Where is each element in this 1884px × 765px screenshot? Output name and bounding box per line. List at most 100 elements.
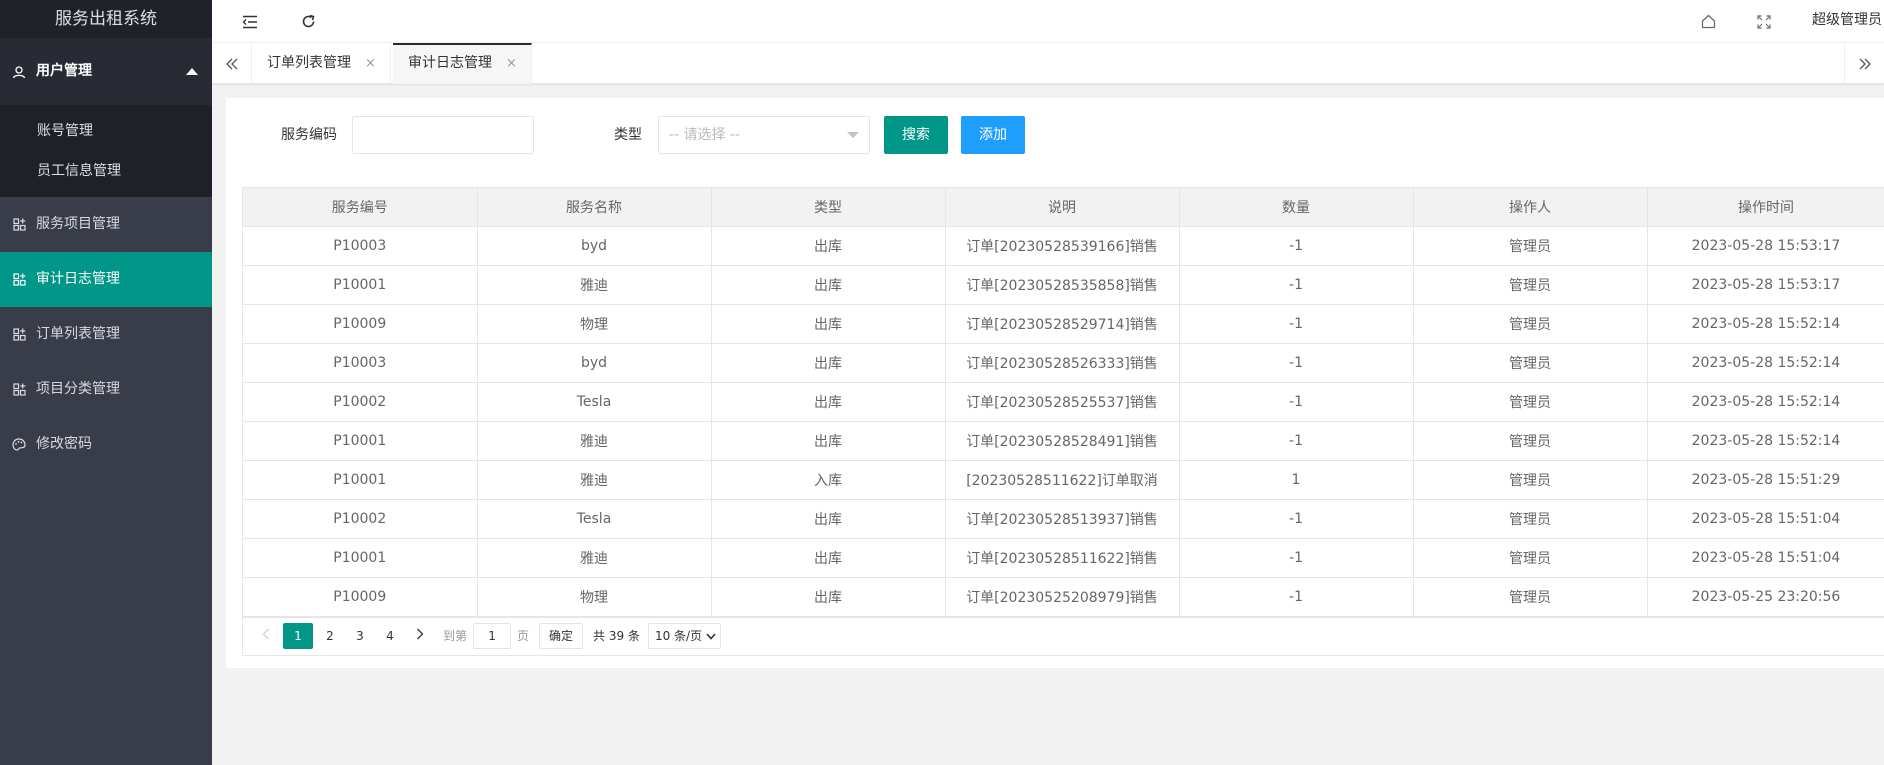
- cell-description: 订单[20230528535858]销售: [945, 265, 1180, 305]
- apps-icon: [11, 362, 27, 417]
- fullscreen-icon[interactable]: [1752, 0, 1776, 43]
- cell-time: 2023-05-28 15:52:14: [1647, 304, 1884, 344]
- table-row[interactable]: P10003 byd 出库 订单[20230528539166]销售 -1 管理员 2023…: [243, 226, 1884, 266]
- cell-description: 订单[20230525208979]销售: [945, 577, 1180, 617]
- cell-operator: 管理员: [1413, 265, 1648, 305]
- cell-service-code: P10003: [243, 226, 478, 266]
- goto-page-input[interactable]: 1: [473, 622, 512, 649]
- sidebar-item-staff-info[interactable]: 员工信息管理: [0, 151, 212, 191]
- sidebar-item-category[interactable]: 项目分类管理: [0, 362, 212, 417]
- service-code-label: 服务编码: [281, 127, 337, 143]
- tab-label: 订单列表管理: [267, 55, 351, 71]
- cell-service-code: P10001: [243, 538, 478, 578]
- user-icon: [11, 38, 27, 105]
- page-button[interactable]: 1: [283, 622, 313, 649]
- tab-label: 审计日志管理: [408, 55, 492, 71]
- goto-confirm-button[interactable]: 确定: [539, 622, 584, 649]
- apps-icon: [11, 307, 27, 362]
- sidebar-item-order-list[interactable]: 订单列表管理: [0, 307, 212, 362]
- cell-type: 出库: [711, 499, 946, 539]
- sidebar-item-label: 服务项目管理: [36, 216, 120, 232]
- home-icon[interactable]: [1696, 0, 1720, 43]
- sidebar-item-user-management[interactable]: 用户管理: [0, 38, 212, 105]
- cell-quantity: 1: [1179, 460, 1414, 500]
- cell-service-name: Tesla: [477, 382, 712, 422]
- table-row[interactable]: P10001 雅迪 入库 [20230528511622]订单取消 1 管理员 2023-0…: [243, 460, 1884, 500]
- type-label: 类型: [614, 127, 642, 143]
- page-size-value: 10 条/页: [654, 628, 703, 643]
- col-header-time[interactable]: 操作时间: [1647, 188, 1884, 227]
- sidebar-item-label: 订单列表管理: [36, 326, 120, 342]
- cell-operator: 管理员: [1413, 421, 1648, 461]
- table-row[interactable]: P10001 雅迪 出库 订单[20230528511622]销售 -1 管理员 2023-…: [243, 538, 1884, 578]
- sidebar-item-label: 用户管理: [36, 63, 92, 79]
- cell-operator: 管理员: [1413, 460, 1648, 500]
- collapse-menu-icon[interactable]: [238, 0, 262, 43]
- page-button[interactable]: 4: [377, 623, 403, 649]
- cell-type: 出库: [711, 577, 946, 617]
- page-button[interactable]: 2: [317, 623, 343, 649]
- col-header-quantity[interactable]: 数量: [1179, 188, 1414, 227]
- page-size-select[interactable]: 10 条/页: [647, 622, 722, 649]
- sidebar-item-service-projects[interactable]: 服务项目管理: [0, 197, 212, 252]
- audit-log-table: 服务编号 服务名称 类型 说明 数量 操作人 操作时间 P10003 byd 出库订…: [242, 187, 1884, 618]
- add-button[interactable]: 添加: [961, 116, 1025, 154]
- tabs-scroll-left-icon[interactable]: [212, 43, 252, 84]
- total-count: 共 39 条: [593, 629, 640, 643]
- app-logo: 服务出租系统: [0, 0, 212, 38]
- table-row[interactable]: P10009 物理 出库 订单[20230528529714]销售 -1 管理员 2023-…: [243, 304, 1884, 344]
- pagination: 1 2 3 4 到第 1 页 确定 共 39 条 10 条/页: [242, 616, 1884, 656]
- cell-quantity: -1: [1179, 304, 1414, 344]
- cell-service-code: P10001: [243, 460, 478, 500]
- table-row[interactable]: P10001 雅迪 出库 订单[20230528528491]销售 -1 管理员 2023-…: [243, 421, 1884, 461]
- cell-quantity: -1: [1179, 577, 1414, 617]
- col-header-description[interactable]: 说明: [945, 188, 1180, 227]
- service-code-input[interactable]: [352, 116, 534, 154]
- cell-type: 出库: [711, 343, 946, 383]
- close-icon[interactable]: ×: [506, 45, 517, 82]
- table-row[interactable]: P10002 Tesla 出库 订单[20230528525537]销售 -1 管理员 20…: [243, 382, 1884, 422]
- col-header-service-name[interactable]: 服务名称: [477, 188, 712, 227]
- cell-time: 2023-05-25 23:20:56: [1647, 577, 1884, 617]
- table-row[interactable]: P10009 物理 出库 订单[20230525208979]销售 -1 管理员 2023-…: [243, 577, 1884, 617]
- col-header-type[interactable]: 类型: [711, 188, 946, 227]
- refresh-icon[interactable]: [296, 0, 320, 43]
- cell-time: 2023-05-28 15:53:17: [1647, 226, 1884, 266]
- table-row[interactable]: P10002 Tesla 出库 订单[20230528513937]销售 -1 管理员 20…: [243, 499, 1884, 539]
- cell-time: 2023-05-28 15:52:14: [1647, 421, 1884, 461]
- cell-operator: 管理员: [1413, 577, 1648, 617]
- cell-service-code: P10009: [243, 304, 478, 344]
- cell-quantity: -1: [1179, 382, 1414, 422]
- col-header-service-code[interactable]: 服务编号: [243, 188, 478, 227]
- next-page-icon[interactable]: [407, 623, 433, 649]
- sidebar-item-audit-log[interactable]: 审计日志管理: [0, 252, 212, 307]
- tab-audit-log[interactable]: 审计日志管理 ×: [393, 43, 532, 84]
- cell-description: 订单[20230528513937]销售: [945, 499, 1180, 539]
- cell-description: 订单[20230528526333]销售: [945, 343, 1180, 383]
- table-row[interactable]: P10001 雅迪 出库 订单[20230528535858]销售 -1 管理员 2023-…: [243, 265, 1884, 305]
- sidebar-item-account[interactable]: 账号管理: [0, 111, 212, 151]
- chevron-down-icon: [706, 624, 716, 648]
- table-row[interactable]: P10003 byd 出库 订单[20230528526333]销售 -1 管理员 2023…: [243, 343, 1884, 383]
- tab-order-list[interactable]: 订单列表管理 ×: [252, 43, 391, 84]
- tabs-scroll-right-icon[interactable]: [1844, 43, 1884, 84]
- tab-bar: 订单列表管理 × 审计日志管理 ×: [212, 43, 1884, 84]
- dropdown-arrow-icon: [847, 132, 859, 138]
- type-select[interactable]: -- 请选择 --: [658, 116, 870, 154]
- cell-service-code: P10003: [243, 343, 478, 383]
- cell-time: 2023-05-28 15:51:04: [1647, 499, 1884, 539]
- close-icon[interactable]: ×: [365, 43, 376, 84]
- cell-service-name: 物理: [477, 577, 712, 617]
- sidebar-item-change-password[interactable]: 修改密码: [0, 417, 212, 472]
- page-suffix: 页: [517, 629, 530, 643]
- cell-service-name: byd: [477, 226, 712, 266]
- col-header-operator[interactable]: 操作人: [1413, 188, 1648, 227]
- content-card: 服务编码 类型 -- 请选择 -- 搜索 添加 服务编号 服务名称 类型 说明 …: [226, 98, 1884, 668]
- prev-page-icon[interactable]: [253, 623, 279, 649]
- cell-type: 出库: [711, 226, 946, 266]
- search-button[interactable]: 搜索: [884, 116, 948, 154]
- admin-user-menu[interactable]: 超级管理员: [1812, 0, 1882, 40]
- cell-service-name: Tesla: [477, 499, 712, 539]
- page-button[interactable]: 3: [347, 623, 373, 649]
- cell-time: 2023-05-28 15:52:14: [1647, 382, 1884, 422]
